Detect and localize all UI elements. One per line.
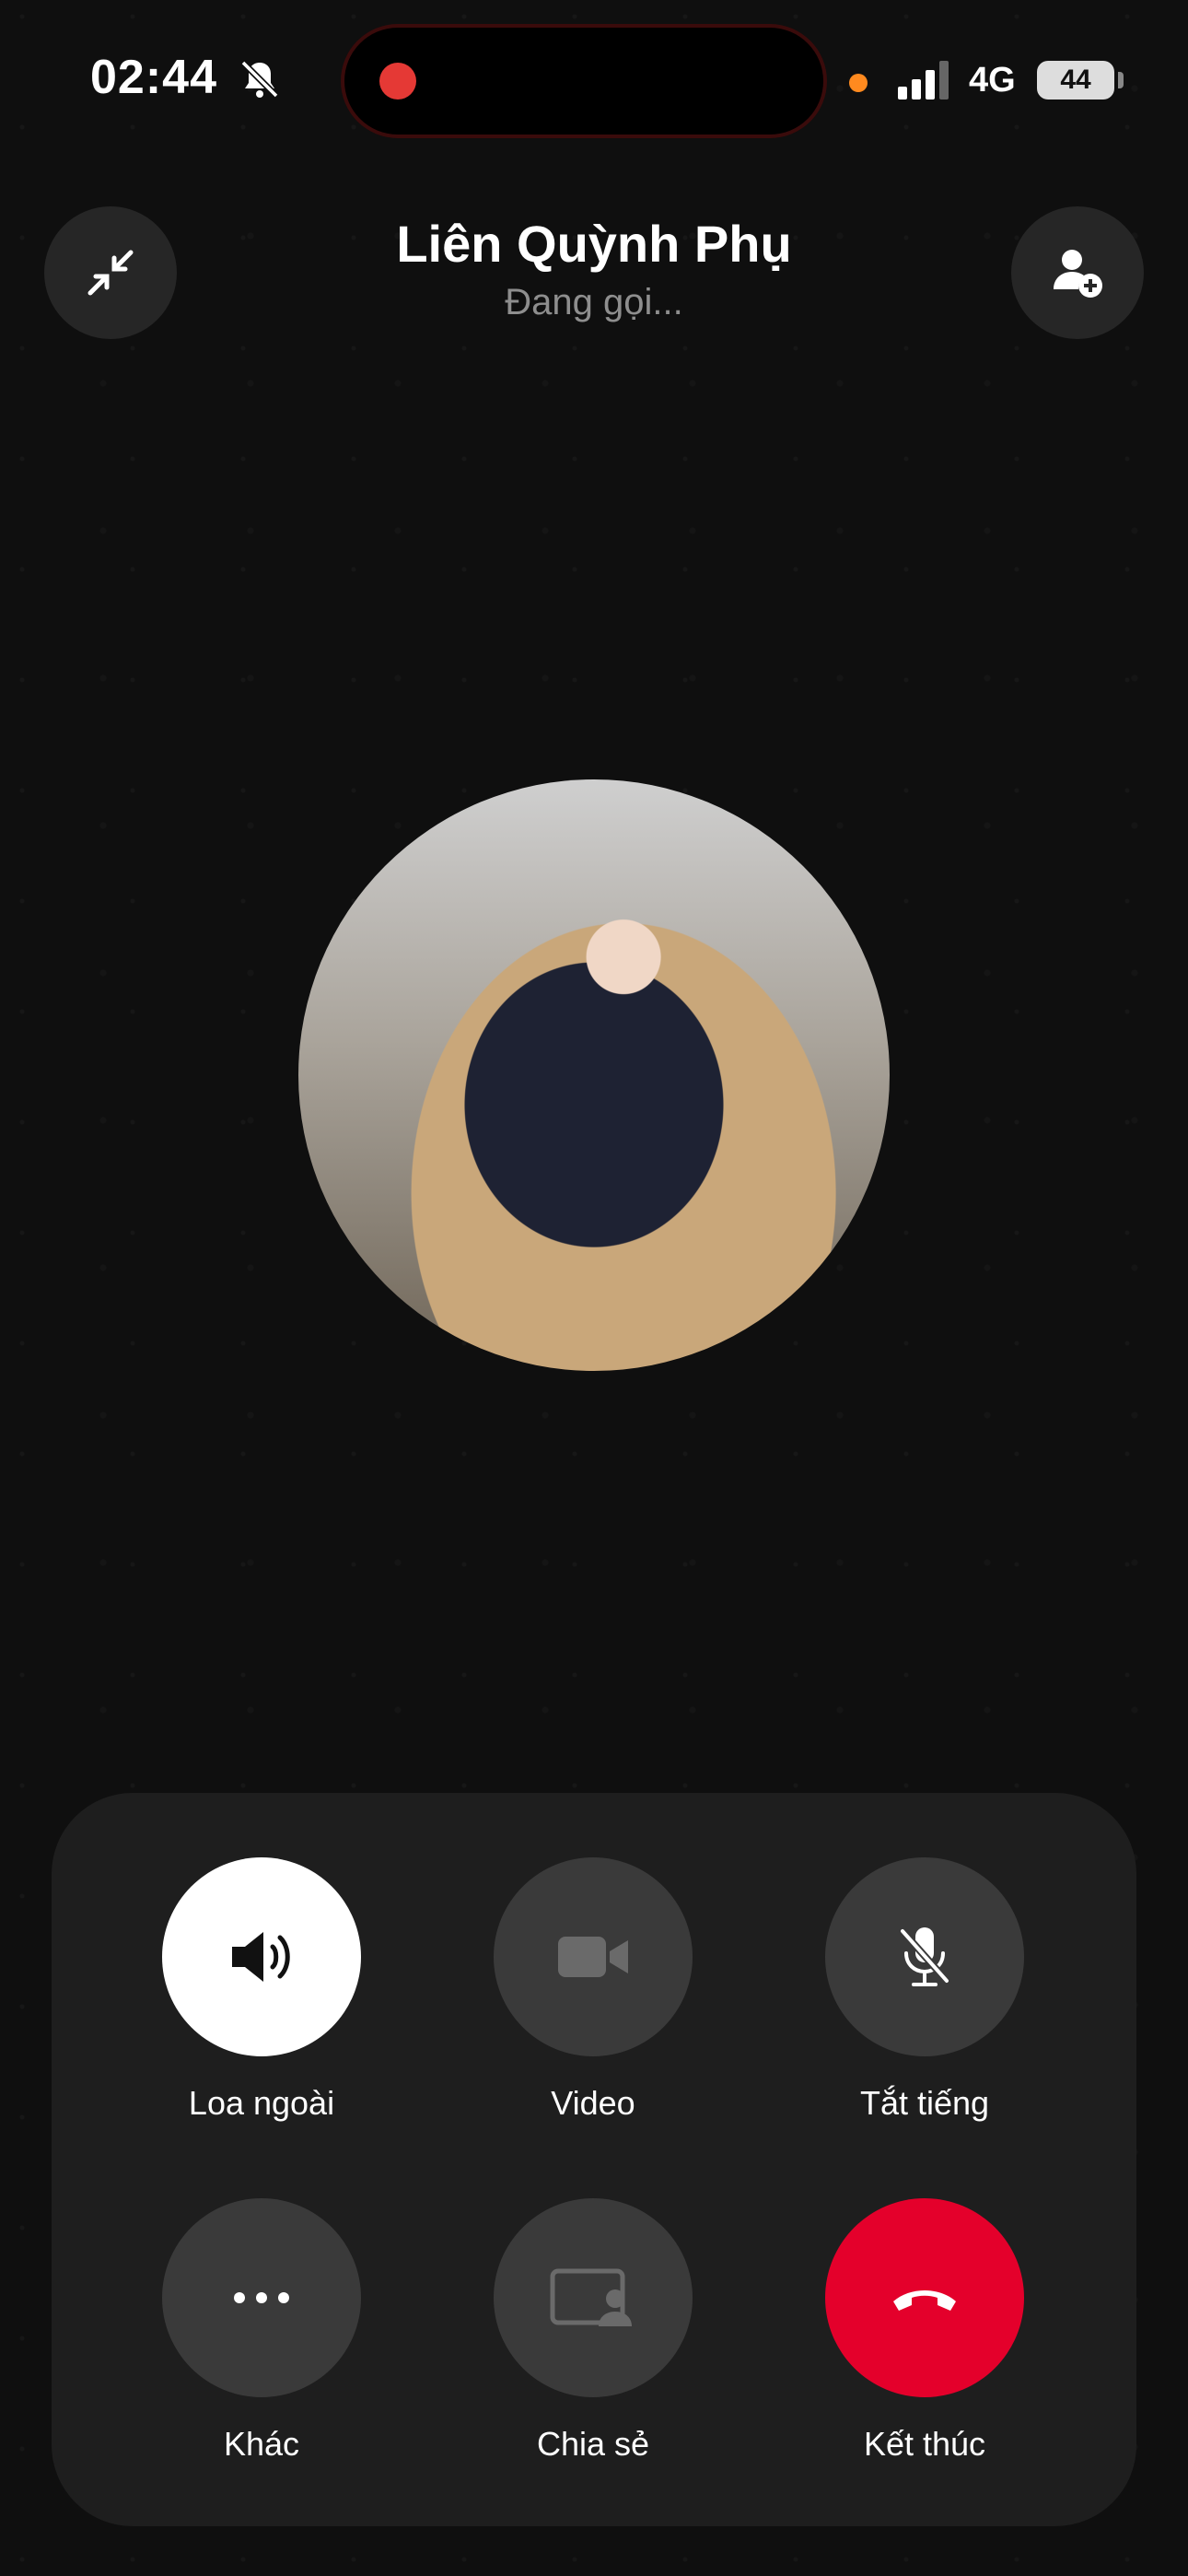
more-dots-icon — [234, 2292, 289, 2303]
more-control: Khác — [162, 2198, 361, 2464]
share-button[interactable] — [494, 2198, 693, 2397]
mute-label: Tắt tiếng — [859, 2084, 990, 2122]
privacy-indicator — [849, 74, 868, 92]
screen-share-icon — [550, 2268, 632, 2326]
add-person-icon — [1054, 250, 1102, 298]
end-call-label: Kết thúc — [863, 2425, 986, 2463]
mute-button[interactable] — [825, 1857, 1024, 2056]
more-label: Khác — [223, 2425, 300, 2463]
call-status: Đang gọi... — [505, 282, 683, 322]
video-label: Video — [551, 2084, 635, 2122]
speaker-control: Loa ngoài — [162, 1857, 361, 2123]
video-button[interactable] — [494, 1857, 693, 2056]
bell-off-icon — [240, 60, 279, 99]
recording-indicator — [379, 63, 416, 100]
status-bar: 02:44 4G 44 — [0, 0, 1188, 157]
more-button[interactable] — [162, 2198, 361, 2397]
mute-control: Tắt tiếng — [825, 1857, 1024, 2123]
battery-level: 44 — [1060, 64, 1091, 95]
hang-up-icon — [893, 2290, 956, 2311]
speaker-label: Loa ngoài — [188, 2084, 335, 2122]
video-control: Video — [494, 1857, 693, 2123]
share-control: Chia sẻ — [494, 2198, 693, 2464]
contact-name: Liên Quỳnh Phụ — [396, 215, 792, 273]
speaker-button[interactable] — [162, 1857, 361, 2056]
end-call-control: Kết thúc — [825, 2198, 1024, 2464]
video-camera-icon — [558, 1937, 628, 1977]
contact-avatar — [298, 779, 890, 1371]
speaker-icon — [232, 1932, 290, 1982]
battery-icon: 44 — [1037, 61, 1114, 100]
microphone-off-icon — [900, 1927, 949, 1986]
network-type: 4G — [969, 61, 1016, 100]
battery-cap — [1118, 72, 1124, 88]
dynamic-island — [344, 28, 823, 135]
status-time: 02:44 — [90, 51, 217, 104]
share-label: Chia sẻ — [536, 2425, 650, 2463]
add-person-button[interactable] — [1011, 206, 1144, 339]
signal-icon — [898, 59, 949, 100]
end-call-button[interactable] — [825, 2198, 1024, 2397]
